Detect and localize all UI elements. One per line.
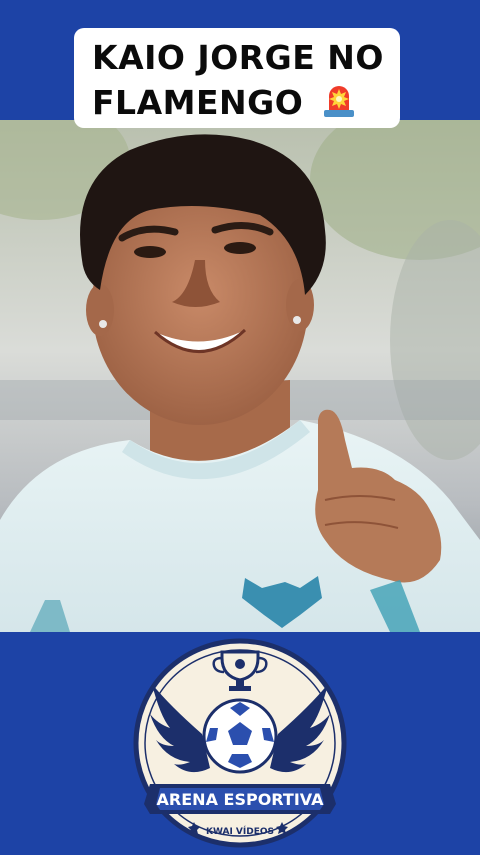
soccer-ball-icon — [202, 698, 278, 774]
title-line-2: FLAMENGO — [92, 83, 304, 122]
logo-name: ARENA ESPORTIVA — [157, 790, 325, 809]
police-siren-icon — [321, 80, 357, 129]
player-thumbs-up-photo — [0, 120, 480, 632]
arena-esportiva-logo: ARENA ESPORTIVA KWAI VÍDEOS — [130, 636, 350, 851]
title-box: KAIO JORGE NO FLAMENGO — [74, 28, 400, 128]
logo-tagline: KWAI VÍDEOS — [206, 825, 274, 837]
title-line-1: KAIO JORGE NO — [92, 38, 384, 77]
title-line-2-wrap: FLAMENGO — [92, 80, 390, 129]
